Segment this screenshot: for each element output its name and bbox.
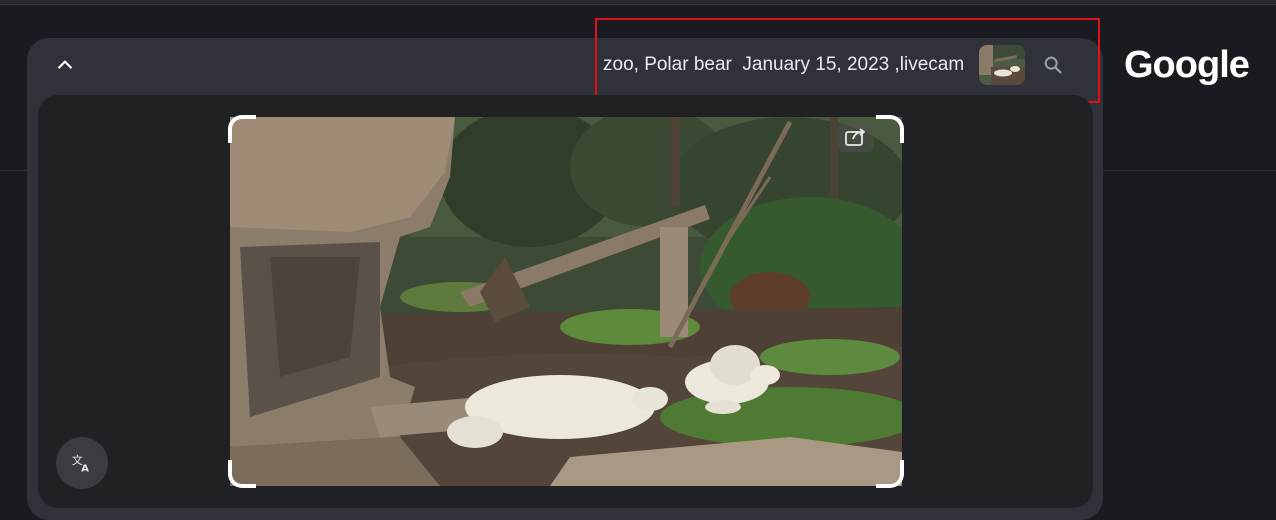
crop-corner-top-right[interactable] (876, 115, 904, 143)
google-logo[interactable]: Google (1124, 44, 1250, 92)
polar-bear-livecam-image (230, 117, 902, 486)
chevron-up-icon (58, 60, 72, 69)
collapse-button[interactable] (44, 44, 86, 86)
crop-corner-top-left[interactable] (228, 115, 256, 143)
translate-icon: 文 A (72, 453, 89, 474)
translate-button[interactable]: 文 A (56, 437, 108, 489)
selected-image-region[interactable] (228, 115, 904, 488)
share-button[interactable] (838, 122, 874, 152)
share-icon (845, 128, 865, 146)
crop-corner-bottom-right[interactable] (876, 460, 904, 488)
svg-text:A: A (81, 463, 89, 474)
annotation-highlight-box (595, 18, 1100, 103)
crop-corner-bottom-left[interactable] (228, 460, 256, 488)
browser-top-strip (0, 0, 1276, 5)
